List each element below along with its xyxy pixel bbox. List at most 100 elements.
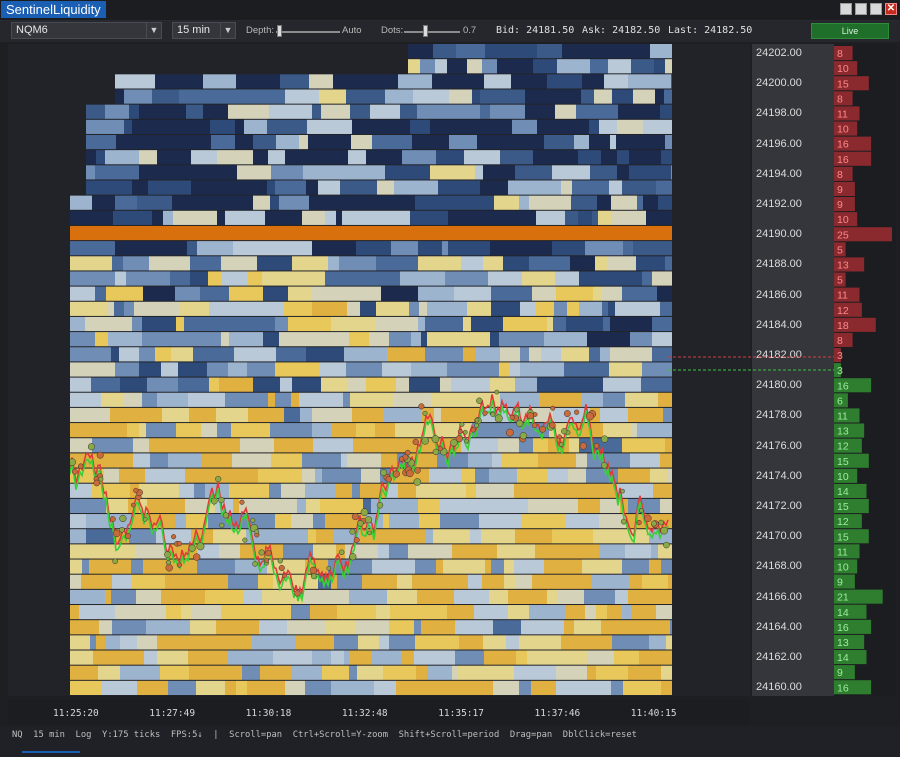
heatmap-cell (351, 195, 384, 210)
heatmap-cell (562, 44, 606, 59)
heatmap-cell (463, 347, 475, 362)
heatmap-cell (273, 650, 312, 665)
heatmap-cell (119, 347, 139, 362)
heatmap-cell (267, 180, 275, 195)
trade-dot (658, 519, 664, 526)
trade-dot (549, 421, 556, 429)
heatmap-cell (150, 119, 178, 134)
ask-size-label: 10 (837, 214, 849, 226)
live-button[interactable]: Live (811, 23, 889, 39)
heatmap-cell (467, 301, 473, 316)
heatmap-cell (313, 514, 325, 529)
trade-dot (574, 409, 580, 415)
liquidity-heatmap[interactable] (70, 44, 672, 696)
symbol-select[interactable]: NQM6 ▼ (11, 22, 162, 39)
heatmap-cell (190, 256, 221, 271)
heatmap-cell (512, 119, 537, 134)
heatmap-cell (284, 407, 300, 423)
heatmap-cell (499, 362, 510, 377)
heatmap-cell (179, 483, 194, 498)
heatmap-cell (285, 89, 319, 104)
heatmap-cell (200, 438, 240, 453)
heatmap-cell (176, 316, 184, 332)
heatmap-cell (618, 468, 650, 483)
chevron-down-icon[interactable]: ▼ (146, 23, 161, 38)
heatmap-cell (291, 271, 325, 286)
heatmap-cell (102, 680, 137, 695)
ask-size-label: 16 (837, 139, 849, 151)
trade-dot (124, 533, 131, 540)
heatmap-cell (211, 89, 244, 104)
heatmap-cell (580, 483, 617, 498)
heatmap-cell (157, 635, 189, 650)
heatmap-cell (461, 468, 475, 483)
heatmap-cell (312, 241, 356, 256)
trade-dot (459, 421, 465, 427)
interval-select[interactable]: 15 min ▼ (172, 22, 236, 39)
heatmap-cell (105, 635, 120, 650)
heatmap-cell (420, 59, 435, 74)
heatmap-cell (533, 150, 578, 165)
heatmap-cell (321, 377, 348, 392)
heatmap-cell (248, 407, 284, 423)
heatmap-cell (656, 605, 672, 620)
price-tick-label: 24180.00 (756, 379, 802, 392)
heatmap-cell (416, 665, 427, 680)
trade-dot (142, 516, 148, 522)
heatmap-cell (579, 271, 588, 286)
heatmap-cell (312, 301, 347, 316)
depth-slider-thumb[interactable] (277, 25, 282, 37)
heatmap-cell (340, 180, 377, 195)
heatmap-cell (203, 74, 236, 89)
heatmap-cell (449, 134, 477, 150)
heatmap-cell (544, 134, 574, 150)
dots-slider-thumb[interactable] (423, 25, 428, 37)
heatmap-cell (558, 589, 584, 605)
maximize-icon[interactable] (870, 3, 882, 15)
price-tick-label: 24176.00 (756, 439, 802, 452)
heatmap-cell (93, 650, 133, 665)
heatmap-cell (485, 44, 522, 59)
heatmap-cell (364, 347, 387, 362)
bid-size-label: 12 (837, 516, 849, 528)
trade-dot (119, 514, 127, 523)
heatmap-cell (622, 180, 656, 195)
heatmap-cell (256, 316, 264, 332)
minimize-icon[interactable] (855, 3, 867, 15)
heatmap-cell (622, 605, 631, 620)
bid-size-label: 21 (837, 592, 849, 604)
heatmap-cell (291, 665, 322, 680)
heatmap-cell (372, 134, 412, 150)
heatmap-cell (291, 514, 313, 529)
heatmap-cell (381, 453, 397, 468)
heatmap-cell (157, 392, 188, 407)
heatmap-cell (671, 74, 672, 89)
dots-slider[interactable] (404, 31, 460, 33)
close-icon[interactable]: ✕ (885, 3, 897, 15)
heatmap-cell (349, 665, 357, 680)
depth-slider[interactable] (276, 31, 340, 33)
heatmap-cell (280, 377, 292, 392)
heatmap-cell (396, 680, 422, 695)
chevron-down-icon[interactable]: ▼ (220, 23, 235, 38)
heatmap-cell (155, 74, 183, 89)
heatmap-cell (282, 498, 297, 514)
heatmap-cell (114, 301, 124, 316)
trade-dot (242, 537, 248, 543)
heatmap-cell (150, 453, 168, 468)
heatmap-cell (459, 195, 494, 210)
heatmap-cell (641, 104, 660, 119)
heatmap-cell (144, 650, 157, 665)
heatmap-cell (587, 665, 596, 680)
heatmap-cell (122, 180, 132, 195)
heatmap-cell (111, 589, 136, 605)
heatmap-cell (479, 514, 515, 529)
heatmap-cell (253, 377, 280, 392)
heatmap-cell (269, 104, 312, 119)
heatmap-cell (203, 104, 228, 119)
heatmap-cell (417, 104, 461, 119)
heatmap-cell (223, 180, 267, 195)
price-tick-label: 24168.00 (756, 560, 802, 573)
heatmap-cell (418, 241, 442, 256)
restore-icon[interactable] (840, 3, 852, 15)
